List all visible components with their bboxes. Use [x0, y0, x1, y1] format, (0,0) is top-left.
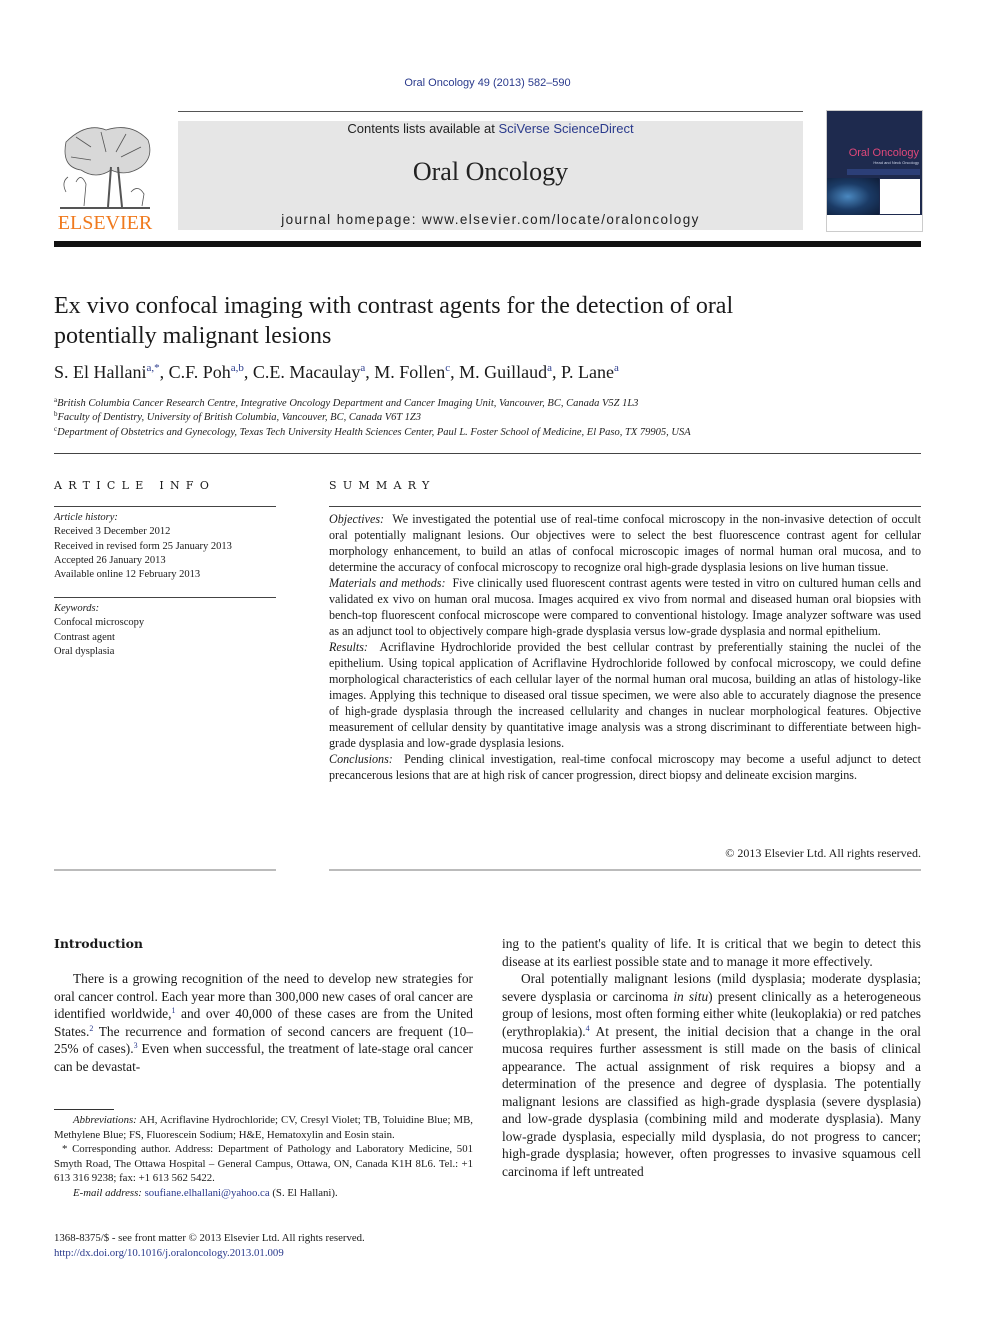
cover-chart — [880, 179, 920, 214]
summary-conclusions: Conclusions: Pending clinical investigat… — [329, 751, 921, 783]
article-info-bottom-rule — [54, 869, 276, 871]
journal-cover-thumbnail[interactable]: Oral Oncology Head and Neck Oncology — [826, 110, 923, 232]
paragraph-text-italic: in situ — [673, 988, 709, 1004]
elsevier-tree-icon — [60, 127, 151, 209]
summary-label: Conclusions: — [329, 752, 393, 766]
paragraph: There is a growing recognition of the ne… — [54, 970, 473, 1075]
elsevier-logo[interactable]: ELSEVIER — [54, 120, 156, 235]
cover-subtitle: Head and Neck Oncology — [873, 160, 919, 165]
homepage-link[interactable]: www.elsevier.com/locate/oraloncology — [422, 212, 700, 227]
summary-label: Objectives: — [329, 512, 385, 526]
article-info-heading: ARTICLE INFO — [54, 479, 216, 492]
email-link[interactable]: soufiane.elhallani@yahoo.ca — [145, 1187, 270, 1199]
keyword: Contrast agent — [54, 631, 115, 643]
paragraph: ing to the patient's quality of life. It… — [502, 936, 921, 969]
summary-label: Materials and methods: — [329, 576, 446, 590]
footnote-corresponding-author: * Corresponding author. Address: Departm… — [54, 1143, 473, 1184]
affiliation-a: aBritish Columbia Cancer Research Centre… — [54, 396, 638, 409]
summary-results: Results: Acriflavine Hydrochloride provi… — [329, 639, 921, 751]
sciencedirect-link[interactable]: SciVerse ScienceDirect — [498, 121, 633, 136]
summary-text: Acriflavine Hydrochloride provided the b… — [329, 640, 921, 750]
header-rule — [178, 111, 803, 112]
issn-block: 1368-8375/$ - see front matter © 2013 El… — [54, 1231, 365, 1260]
keyword: Confocal microscopy — [54, 617, 145, 629]
summary-label: Results: — [329, 640, 368, 654]
summary-rule — [329, 506, 921, 507]
footnote-abbreviations: Abbreviations: AH, Acriflavine Hydrochlo… — [54, 1113, 473, 1142]
history-item: Available online 12 February 2013 — [54, 569, 201, 581]
footnote-label: Abbreviations: — [73, 1114, 137, 1126]
summary-methods: Materials and methods: Five clinically u… — [329, 575, 921, 639]
cover-band — [847, 169, 920, 175]
author-list: S. El Hallania,*, C.F. Poha,b, C.E. Maca… — [54, 362, 619, 382]
contents-line: Contents lists available at SciVerse Sci… — [178, 121, 803, 136]
footnote-label: E-mail address: — [73, 1186, 142, 1199]
journal-banner: Contents lists available at SciVerse Sci… — [178, 121, 803, 230]
author-affiliation-ref[interactable]: c — [445, 362, 450, 374]
article-history-label: Article history: — [54, 512, 118, 523]
author[interactable]: C.E. Macaulay — [253, 362, 360, 382]
journal-title: Oral Oncology — [412, 157, 569, 186]
paragraph: Oral potentially malignant lesions (mild… — [502, 970, 921, 1180]
copyright-notice: © 2013 Elsevier Ltd. All rights reserved… — [725, 846, 921, 860]
affiliation-text: Department of Obstetrics and Gynecology,… — [57, 427, 691, 438]
author-affiliation-ref[interactable]: a — [614, 362, 619, 374]
keywords-rule — [54, 597, 276, 598]
doi-link[interactable]: http://dx.doi.org/10.1016/j.oraloncology… — [54, 1246, 365, 1261]
author-affiliation-ref[interactable]: a,* — [147, 362, 160, 374]
footnotes: Abbreviations: AH, Acriflavine Hydrochlo… — [54, 1113, 473, 1200]
affiliation-text: Faculty of Dentistry, University of Brit… — [57, 412, 422, 423]
keywords-label: Keywords: — [54, 603, 100, 614]
summary-text: Pending clinical investigation, real-tim… — [329, 752, 922, 782]
footnote-text: (S. El Hallani). — [269, 1186, 338, 1199]
contents-prefix: Contents lists available at — [347, 121, 499, 136]
history-item: Accepted 26 January 2013 — [54, 554, 166, 566]
article-title: Ex vivo confocal imaging with contrast a… — [54, 291, 924, 351]
author[interactable]: M. Follen — [374, 362, 445, 382]
cover-title: Oral Oncology — [848, 147, 919, 159]
summary-text: We investigated the potential use of rea… — [329, 512, 921, 574]
affiliation-c: cDepartment of Obstetrics and Gynecology… — [54, 425, 691, 438]
header-thick-rule — [54, 241, 921, 247]
summary-bottom-rule — [329, 869, 921, 871]
title-block-rule — [54, 453, 921, 454]
affiliation-b: bFaculty of Dentistry, University of Bri… — [54, 410, 421, 423]
author-affiliation-ref[interactable]: a,b — [231, 362, 244, 374]
author[interactable]: M. Guillaud — [459, 362, 547, 382]
paragraph-text: At present, the initial decision that a … — [502, 1023, 921, 1179]
author-affiliation-ref[interactable]: a — [547, 362, 552, 374]
footnote-rule — [54, 1109, 114, 1110]
article-history: Article history: Received 3 December 201… — [54, 511, 284, 582]
issn-line: 1368-8375/$ - see front matter © 2013 El… — [54, 1232, 365, 1244]
cover-image — [827, 178, 879, 215]
body-column-left: There is a growing recognition of the ne… — [54, 970, 473, 1075]
homepage-prefix: journal homepage: — [281, 212, 422, 227]
elsevier-wordmark: ELSEVIER — [57, 212, 153, 234]
author[interactable]: S. El Hallani — [54, 362, 147, 382]
keywords: Keywords: Confocal microscopy Contrast a… — [54, 602, 284, 659]
author[interactable]: P. Lane — [561, 362, 614, 382]
cover-footer — [827, 215, 922, 231]
author[interactable]: C.F. Poh — [169, 362, 231, 382]
author-affiliation-ref[interactable]: a — [360, 362, 365, 374]
affiliation-text: British Columbia Cancer Research Centre,… — [57, 398, 639, 409]
body-column-right: ing to the patient's quality of life. It… — [502, 935, 921, 1180]
article-title-line-2: potentially malignant lesions — [54, 323, 332, 349]
summary-heading: SUMMARY — [329, 479, 436, 492]
article-info-rule — [54, 506, 276, 507]
footnote-email: E-mail address: soufiane.elhallani@yahoo… — [54, 1186, 473, 1201]
journal-homepage: journal homepage: www.elsevier.com/locat… — [178, 212, 803, 227]
keyword: Oral dysplasia — [54, 645, 115, 657]
history-item: Received 3 December 2012 — [54, 526, 171, 538]
summary-objectives: Objectives: We investigated the potentia… — [329, 511, 921, 575]
article-title-line-1: Ex vivo confocal imaging with contrast a… — [54, 293, 734, 319]
summary-body: Objectives: We investigated the potentia… — [329, 511, 921, 783]
section-heading-introduction: Introduction — [54, 936, 144, 951]
journal-citation[interactable]: Oral Oncology 49 (2013) 582–590 — [0, 77, 975, 89]
history-item: Received in revised form 25 January 2013 — [54, 540, 232, 552]
